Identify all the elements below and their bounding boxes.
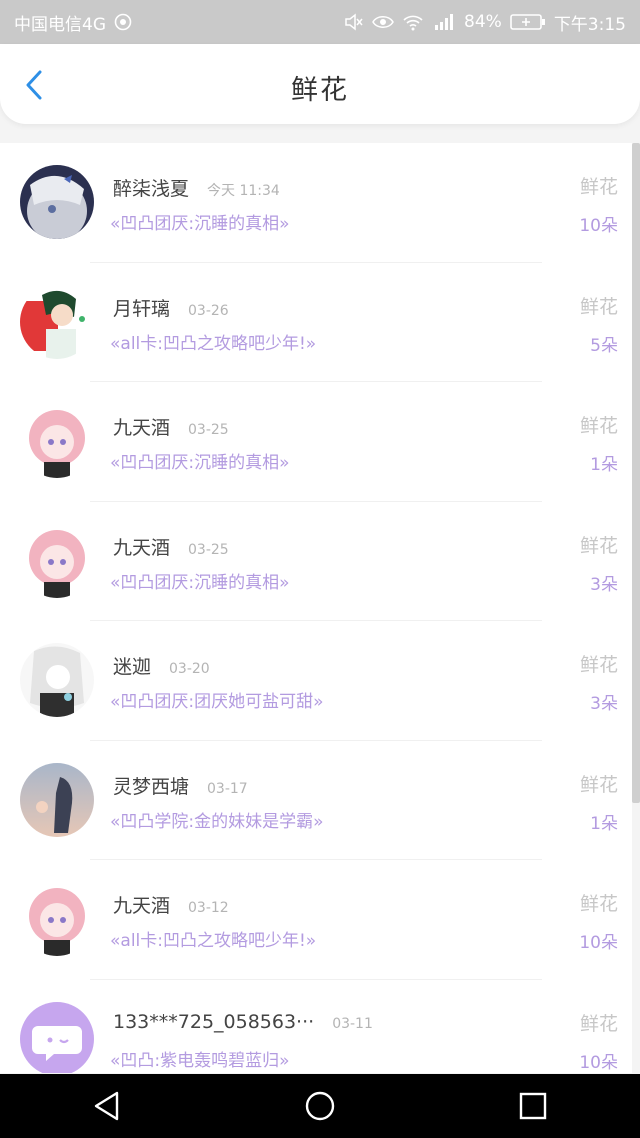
- list-item[interactable]: 迷迦 03-20 «凹凸团厌:团厌她可盐可甜» 鲜花 3朵: [0, 621, 632, 741]
- timestamp: 03-11: [332, 1015, 373, 1032]
- flower-count: 10朵: [579, 933, 618, 953]
- flower-label: 鲜花: [579, 534, 618, 557]
- flower-count: 3朵: [590, 694, 618, 714]
- timestamp: 03-12: [188, 900, 229, 916]
- avatar: [20, 165, 94, 239]
- work-title[interactable]: «all卡:凹凸之攻略吧少年!»: [110, 329, 316, 354]
- list-item[interactable]: 灵梦西塘 03-17 «凹凸学院:金的妹妹是学霸» 鲜花 1朵: [0, 741, 632, 861]
- battery-icon: [510, 13, 546, 31]
- flower-count: 1朵: [590, 813, 618, 834]
- mute-icon: [344, 13, 364, 31]
- flower-count: 5朵: [590, 335, 618, 356]
- user-name[interactable]: 迷迦: [113, 656, 151, 678]
- work-title[interactable]: «all卡:凹凸之攻略吧少年!»: [110, 926, 316, 951]
- work-title[interactable]: «凹凸:紫电轰鸣碧蓝归»: [110, 1046, 290, 1071]
- work-title[interactable]: «凹凸学院:金的妹妹是学霸»: [110, 807, 324, 832]
- flower-list[interactable]: 醉柒浅夏 今天 11:34 «凹凸团厌:沉睡的真相» 鲜花 10朵 月轩璃 03-2…: [0, 143, 632, 1073]
- list-item[interactable]: 133***725_058563··· 03-11 «凹凸:紫电轰鸣碧蓝归» 鲜花…: [0, 980, 632, 1073]
- wifi-icon: [402, 13, 424, 31]
- list-item[interactable]: 九天酒 03-25 «凹凸团厌:沉睡的真相» 鲜花 3朵: [0, 502, 632, 622]
- work-title[interactable]: «凹凸团厌:团厌她可盐可甜»: [110, 687, 324, 712]
- flower-label: 鲜花: [579, 1012, 618, 1035]
- timestamp: 03-20: [169, 661, 210, 677]
- user-name[interactable]: 133***725_058563···: [113, 1011, 314, 1033]
- avatar: [20, 762, 94, 837]
- nav-home-button[interactable]: [290, 1084, 350, 1128]
- avatar: [20, 882, 94, 956]
- list-item[interactable]: 醉柒浅夏 今天 11:34 «凹凸团厌:沉睡的真相» 鲜花 10朵: [0, 143, 632, 263]
- flower-label: 鲜花: [579, 654, 618, 676]
- work-title[interactable]: «凹凸团厌:沉睡的真相»: [110, 448, 290, 473]
- scrollbar[interactable]: [632, 143, 640, 803]
- user-name[interactable]: 月轩璃: [113, 298, 170, 320]
- avatar: [20, 523, 94, 598]
- flower-label: 鲜花: [579, 176, 618, 198]
- flower-count: 3朵: [590, 574, 618, 595]
- flower-label: 鲜花: [579, 415, 618, 437]
- avatar: [20, 1001, 94, 1073]
- avatar: [20, 643, 94, 717]
- list-item[interactable]: 九天酒 03-12 «all卡:凹凸之攻略吧少年!» 鲜花 10朵: [0, 860, 632, 980]
- square-recents-icon: [520, 1092, 547, 1120]
- triangle-back-icon: [94, 1091, 118, 1121]
- nav-back-button[interactable]: [77, 1084, 137, 1128]
- user-name[interactable]: 灵梦西塘: [113, 776, 189, 798]
- status-bar: 中国电信4G 84% 下午3:15: [0, 0, 640, 44]
- work-title[interactable]: «凹凸团厌:沉睡的真相»: [110, 568, 290, 593]
- avatar: [20, 284, 94, 359]
- timestamp: 03-25: [188, 422, 229, 438]
- list-item[interactable]: 月轩璃 03-26 «all卡:凹凸之攻略吧少年!» 鲜花 5朵: [0, 263, 632, 383]
- timestamp: 03-25: [188, 541, 229, 558]
- work-title[interactable]: «凹凸团厌:沉睡的真相»: [110, 209, 290, 234]
- timestamp: 今天 11:34: [207, 183, 280, 199]
- flower-count: 1朵: [590, 455, 618, 475]
- page-title: 鲜花: [291, 75, 349, 106]
- battery-percent: 84%: [464, 12, 502, 32]
- flower-label: 鲜花: [579, 295, 618, 318]
- signal-icon: [432, 13, 456, 31]
- eye-icon: [372, 14, 394, 30]
- timestamp: 03-26: [188, 302, 229, 319]
- navigation-bar: [0, 1074, 640, 1138]
- circle-home-icon: [305, 1091, 335, 1121]
- user-name[interactable]: 九天酒: [113, 537, 170, 559]
- header: 鲜花: [0, 44, 640, 124]
- carrier-label: 中国电信4G: [14, 14, 106, 35]
- user-name[interactable]: 九天酒: [113, 417, 170, 439]
- flower-count: 10朵: [579, 216, 618, 236]
- avatar: [20, 404, 94, 478]
- user-name[interactable]: 九天酒: [113, 895, 170, 917]
- flower-label: 鲜花: [579, 773, 618, 796]
- flower-count: 10朵: [579, 1052, 618, 1073]
- list-item[interactable]: 九天酒 03-25 «凹凸团厌:沉睡的真相» 鲜花 1朵: [0, 382, 632, 502]
- clock: 下午3:15: [553, 14, 626, 35]
- timestamp: 03-17: [207, 780, 248, 797]
- flower-label: 鲜花: [579, 893, 618, 915]
- nav-recents-button[interactable]: [503, 1084, 563, 1128]
- user-name[interactable]: 醉柒浅夏: [113, 178, 189, 200]
- notification-icon: [114, 13, 132, 31]
